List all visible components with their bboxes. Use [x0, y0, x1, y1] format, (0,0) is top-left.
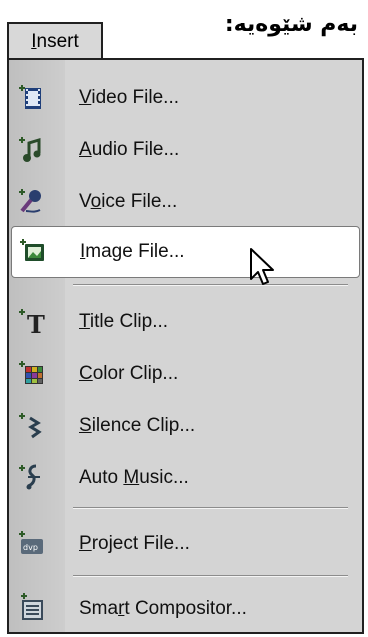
instruction-caption: بەم شێوەیە: [224, 12, 358, 37]
menu-item-label: Video File... [79, 87, 179, 108]
menu-item-title-clip[interactable]: T Title Clip... [9, 296, 362, 348]
dvp-badge-text: dvp [23, 543, 38, 552]
menu-item-label: Smart Compositor... [79, 598, 247, 619]
menu-item-auto-music[interactable]: Auto Music... [9, 452, 362, 504]
smart-compositor-icon [21, 593, 43, 620]
menu-item-project-file[interactable]: dvp Project File... [9, 518, 362, 570]
menu-separator [73, 284, 348, 286]
menu-item-silence-clip[interactable]: Silence Clip... [9, 400, 362, 452]
menu-item-color-clip[interactable]: Color Clip... [9, 348, 362, 400]
menu-item-audio-file[interactable]: Audio File... [9, 124, 362, 176]
menu-item-label: Project File... [79, 533, 190, 554]
svg-text:T: T [27, 310, 45, 336]
video-file-icon [19, 85, 41, 109]
menu-item-label: Image File... [80, 241, 185, 262]
title-clip-icon: T [19, 309, 45, 336]
insert-dropdown-menu: Video File... Audio File... Voice File..… [7, 58, 364, 634]
menu-item-label: Auto Music... [79, 467, 189, 488]
menu-item-label: Voice File... [79, 191, 178, 212]
menu-item-video-file[interactable]: Video File... [9, 72, 362, 124]
menu-separator [73, 575, 348, 577]
menu-separator [73, 507, 348, 509]
insert-label-post: nsert [36, 31, 79, 52]
menu-item-voice-file[interactable]: Voice File... [9, 176, 362, 228]
project-file-icon: dvp [19, 531, 43, 554]
audio-file-icon [19, 137, 41, 162]
voice-file-icon [19, 189, 41, 213]
menu-item-label: Title Clip... [79, 311, 169, 332]
menu-item-label: Color Clip... [79, 363, 179, 384]
auto-music-icon [19, 464, 40, 490]
insert-menu-button[interactable]: Insert [7, 22, 103, 58]
menu-item-smart-compositor[interactable]: Smart Compositor... [9, 583, 362, 635]
image-file-icon [20, 239, 44, 261]
silence-clip-icon [19, 413, 42, 439]
mouse-pointer-icon [250, 248, 274, 285]
color-clip-icon [19, 361, 43, 384]
menu-item-image-file[interactable]: Image File... [11, 226, 360, 278]
menu-item-label: Audio File... [79, 139, 180, 160]
menu-item-label: Silence Clip... [79, 415, 196, 436]
